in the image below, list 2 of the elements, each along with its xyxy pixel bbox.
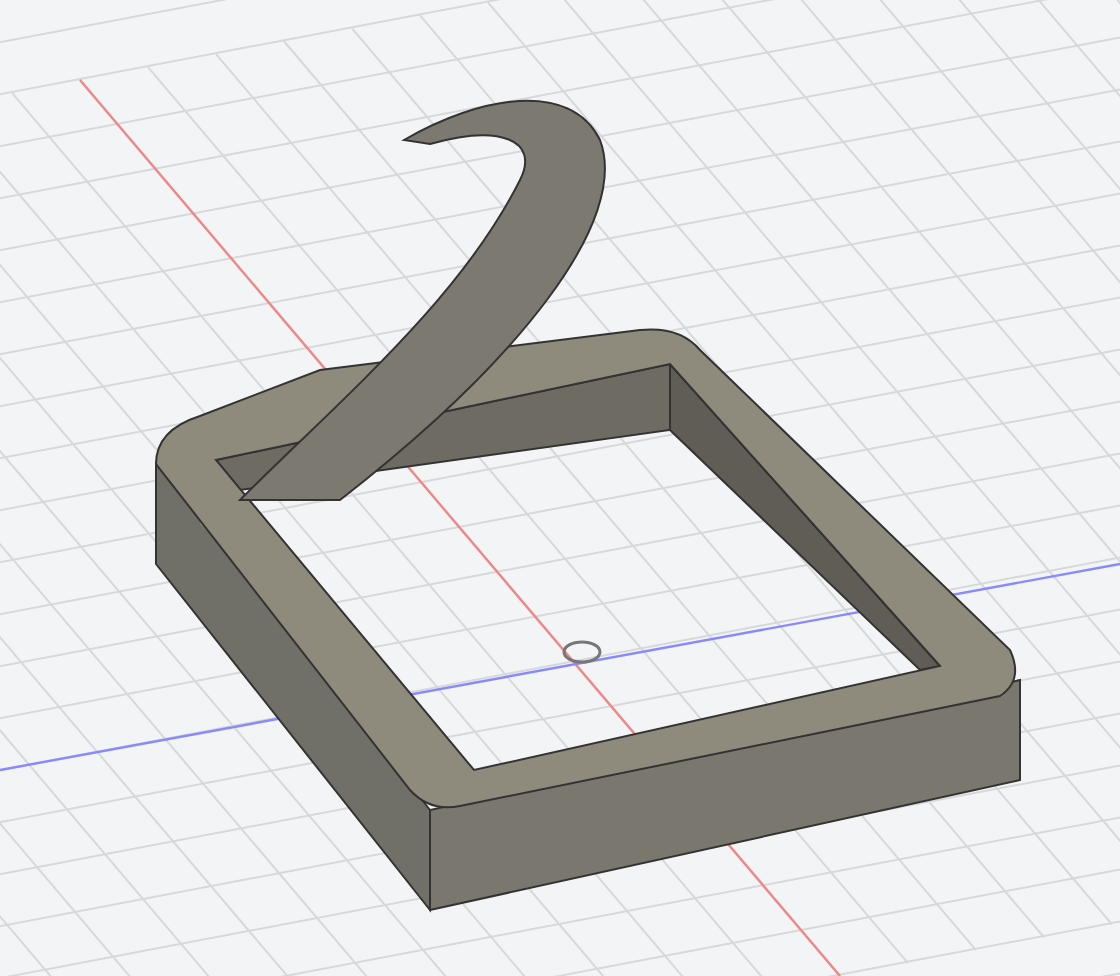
3d-viewport[interactable] — [0, 0, 1120, 976]
frame-model-drawing[interactable] — [155, 100, 1021, 913]
